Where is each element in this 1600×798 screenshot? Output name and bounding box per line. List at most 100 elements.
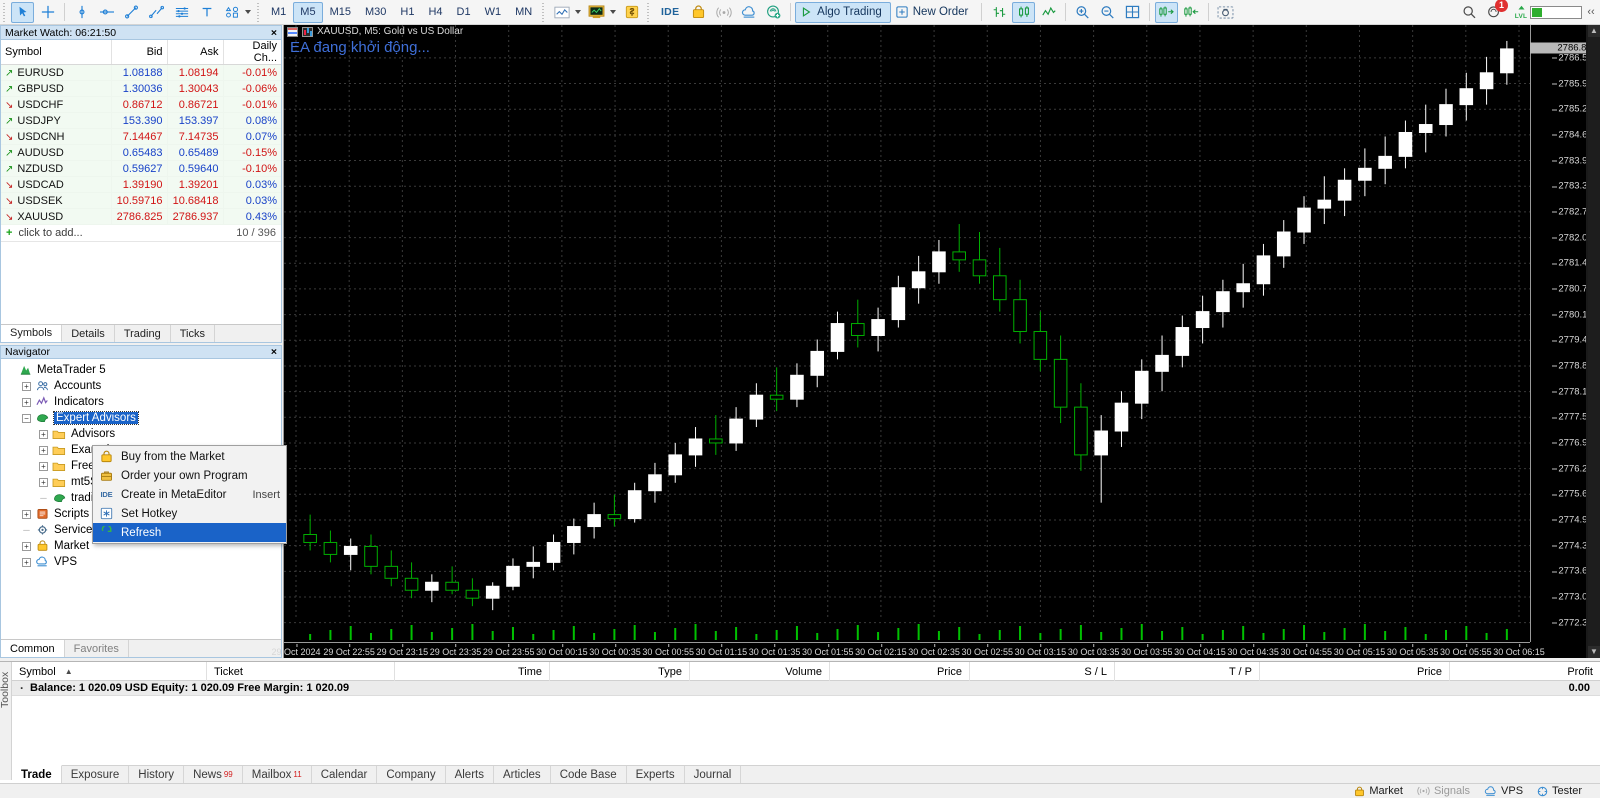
status-vps[interactable]: VPS bbox=[1484, 785, 1523, 797]
timeframe-m1[interactable]: M1 bbox=[264, 2, 293, 23]
column-volume[interactable]: Volume bbox=[690, 662, 830, 681]
chart-window[interactable]: XAUUSD, M5: Gold vs US Dollar EA đang kh… bbox=[271, 25, 1600, 658]
timeframe-h4[interactable]: H4 bbox=[421, 2, 449, 23]
column-ask[interactable]: Ask bbox=[167, 40, 224, 65]
toolbox-tab-journal[interactable]: Journal bbox=[685, 766, 742, 783]
hline-icon[interactable] bbox=[95, 2, 118, 23]
time-axis[interactable]: 29 Oct 2024 29 Oct 22:55 29 Oct 23:15 29 Oc… bbox=[271, 642, 1545, 658]
template-caret-icon[interactable] bbox=[610, 10, 617, 14]
column-daily-change[interactable]: Daily Ch... bbox=[223, 40, 281, 65]
column-profit[interactable]: Profit bbox=[1450, 662, 1600, 681]
zoom-out-icon[interactable] bbox=[1096, 2, 1119, 23]
market-watch-add-symbol-row[interactable]: + click to add... 10 / 396 bbox=[1, 225, 281, 242]
status-market[interactable]: Market bbox=[1354, 785, 1403, 797]
chart-shift-icon[interactable] bbox=[1180, 2, 1203, 23]
expander-plus-icon[interactable]: + bbox=[39, 445, 48, 455]
toolbox-tab-mailbox[interactable]: Mailbox 11 bbox=[243, 766, 312, 783]
account-summary-row[interactable]: · Balance: 1 020.09 USD Equity: 1 020.09… bbox=[12, 681, 1600, 696]
menu-item-refresh[interactable]: Refresh bbox=[93, 523, 286, 542]
toolbox-tab-calendar[interactable]: Calendar bbox=[312, 766, 378, 783]
timeframe-d1[interactable]: D1 bbox=[450, 2, 478, 23]
column-ticket[interactable]: Ticket bbox=[207, 662, 395, 681]
column-price-current[interactable]: Price bbox=[1260, 662, 1450, 681]
line-style-chart-icon[interactable] bbox=[1037, 2, 1060, 23]
tab-trading[interactable]: Trading bbox=[115, 325, 171, 342]
column-time[interactable]: Time bbox=[395, 662, 550, 681]
toolbar-grip-3[interactable] bbox=[541, 2, 548, 22]
menu-item-order-your-own-program[interactable]: Order your own Program bbox=[93, 466, 286, 485]
trendline-icon[interactable] bbox=[120, 2, 143, 23]
tab-ticks[interactable]: Ticks bbox=[171, 325, 215, 342]
expander-plus-icon[interactable]: + bbox=[22, 381, 31, 391]
shapes-dropdown-caret-icon[interactable] bbox=[245, 10, 251, 14]
toolbox-tab-experts[interactable]: Experts bbox=[627, 766, 685, 783]
currency-icon[interactable] bbox=[620, 2, 643, 23]
column-take-profit[interactable]: T / P bbox=[1115, 662, 1260, 681]
navigator-item-advisors[interactable]: + Advisors bbox=[5, 426, 281, 442]
market-watch-row[interactable]: ↘ XAUUSD 2786.825 2786.937 0.43% bbox=[1, 208, 281, 225]
column-bid[interactable]: Bid bbox=[111, 40, 168, 65]
menu-item-create-in-metaeditor[interactable]: IDE Create in MetaEditor Insert bbox=[93, 485, 286, 504]
scroll-up-arrow-icon[interactable]: ▲ bbox=[1588, 25, 1600, 37]
column-price-open[interactable]: Price bbox=[830, 662, 970, 681]
candlestick-chart-icon[interactable] bbox=[1012, 1, 1036, 23]
timeframe-w1[interactable]: W1 bbox=[478, 2, 509, 23]
expander-plus-icon[interactable]: + bbox=[22, 541, 31, 551]
market-watch-row[interactable]: ↗ GBPUSD 1.30036 1.30043 -0.06% bbox=[1, 80, 281, 97]
text-icon[interactable] bbox=[195, 2, 218, 23]
toolbox-tab-company[interactable]: Company bbox=[377, 766, 446, 783]
timeframe-h1[interactable]: H1 bbox=[393, 2, 421, 23]
market-watch-row[interactable]: ↘ USDCHF 0.86712 0.86721 -0.01% bbox=[1, 96, 281, 113]
market-watch-row[interactable]: ↗ NZDUSD 0.59627 0.59640 -0.10% bbox=[1, 160, 281, 177]
navigator-item-metatrader-5[interactable]: MetaTrader 5 bbox=[5, 362, 281, 378]
window-vertical-scrollbar[interactable]: ▲ ▼ bbox=[1588, 25, 1600, 658]
toolbar-grip[interactable] bbox=[2, 2, 8, 22]
channel-icon[interactable] bbox=[145, 2, 168, 23]
market-watch-row[interactable]: ↘ USDCNH 7.14467 7.14735 0.07% bbox=[1, 128, 281, 145]
navigator-item-accounts[interactable]: + Accounts bbox=[5, 378, 281, 394]
toolbox-tab-trade[interactable]: Trade bbox=[12, 765, 62, 783]
vps-cloud-icon[interactable] bbox=[737, 2, 760, 23]
search-icon[interactable] bbox=[1458, 2, 1481, 23]
template-icon[interactable] bbox=[585, 2, 608, 23]
bar-chart-icon[interactable] bbox=[987, 2, 1010, 23]
zoom-in-icon[interactable] bbox=[1071, 2, 1094, 23]
column-stop-loss[interactable]: S / L bbox=[970, 662, 1115, 681]
toolbar-grip-2[interactable] bbox=[256, 2, 262, 22]
shapes-icon[interactable] bbox=[220, 2, 243, 23]
market-watch-row[interactable]: ↘ USDCAD 1.39190 1.39201 0.03% bbox=[1, 176, 281, 193]
crosshair-icon[interactable] bbox=[36, 2, 59, 23]
timeframe-m30[interactable]: M30 bbox=[358, 2, 393, 23]
scroll-down-arrow-icon[interactable]: ▼ bbox=[1588, 646, 1600, 658]
notifications-icon[interactable]: 1 bbox=[1483, 0, 1508, 23]
tab-symbols[interactable]: Symbols bbox=[1, 325, 63, 342]
expander-plus-icon[interactable]: + bbox=[39, 429, 48, 439]
status-tester[interactable]: Tester bbox=[1537, 785, 1582, 797]
fibo-icon[interactable] bbox=[170, 2, 193, 23]
toolbox-tab-alerts[interactable]: Alerts bbox=[446, 766, 494, 783]
toolbar-grip-4[interactable] bbox=[646, 2, 653, 22]
algo-trading-button[interactable]: Algo Trading bbox=[795, 1, 891, 23]
add-signal-icon[interactable] bbox=[762, 2, 785, 23]
toolbox-tab-articles[interactable]: Articles bbox=[494, 766, 551, 783]
screenshot-icon[interactable] bbox=[1214, 2, 1237, 23]
menu-item-set-hotkey[interactable]: Set Hotkey bbox=[93, 504, 286, 523]
market-bag-icon[interactable] bbox=[687, 2, 710, 23]
expander-plus-icon[interactable]: + bbox=[22, 509, 31, 519]
vline-icon[interactable] bbox=[70, 2, 93, 23]
timeframe-m5[interactable]: M5 bbox=[293, 1, 323, 23]
column-symbol[interactable]: Symbol bbox=[1, 40, 112, 65]
cursor-icon[interactable] bbox=[11, 1, 34, 23]
toolbox-tab-code-base[interactable]: Code Base bbox=[551, 766, 627, 783]
navigator-item-indicators[interactable]: + Indicators bbox=[5, 394, 281, 410]
expander-plus-icon[interactable]: + bbox=[39, 461, 48, 471]
column-symbol[interactable]: Symbol ▲ bbox=[12, 662, 207, 681]
expander-minus-icon[interactable]: − bbox=[22, 413, 31, 423]
line-chart-icon[interactable] bbox=[550, 2, 573, 23]
chart-plot-area[interactable] bbox=[284, 25, 1530, 642]
metaeditor-ide-button[interactable]: IDE bbox=[655, 2, 685, 23]
market-watch-close-icon[interactable]: × bbox=[271, 27, 277, 39]
timeframe-mn[interactable]: MN bbox=[508, 2, 539, 23]
market-watch-row[interactable]: ↗ AUDUSD 0.65483 0.65489 -0.15% bbox=[1, 144, 281, 161]
auto-scroll-icon[interactable] bbox=[1155, 1, 1179, 23]
